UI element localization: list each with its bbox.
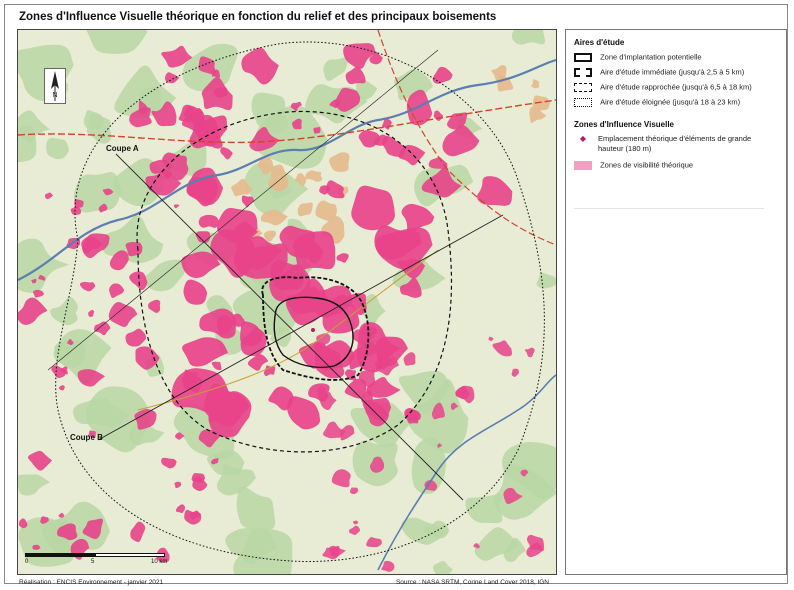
scale-mid: 5: [91, 559, 95, 565]
scale-zero: 0: [25, 559, 29, 565]
legend-zone-heading: Zones d'Influence Visuelle: [574, 120, 675, 129]
legend-item-zip: Zone d'implantation potentielle: [574, 52, 702, 62]
high-element-point: [311, 328, 315, 332]
forest-patch: [46, 138, 69, 160]
svg-text:N: N: [52, 92, 57, 99]
legend-point-icon: ◆: [579, 134, 587, 143]
map-title: Zones d'Influence Visuelle théorique en …: [19, 11, 497, 23]
legend-swatch-solid: [574, 52, 592, 62]
visibility-patch: [351, 185, 395, 231]
coupe-b-label: Coupe B: [70, 433, 103, 442]
coupe-a-label: Coupe A: [106, 144, 139, 153]
legend-item-visibility: Zones de visibilité théorique: [574, 160, 693, 170]
legend-item-eloignee: Aire d'étude éloignée (jusqu'à 18 à 23 k…: [574, 97, 740, 107]
high-element-marker: [311, 328, 315, 332]
scale-bar-track: [25, 553, 165, 557]
visibility-patch: [191, 473, 206, 483]
figure-frame: Zones d'Influence Visuelle théorique en …: [4, 4, 788, 586]
north-arrow: N: [44, 68, 66, 104]
scale-bar-segment: [26, 554, 96, 556]
legend-item-high-element: ◆ Emplacement théorique d'éléments de gra…: [574, 134, 778, 154]
north-arrow-icon: N: [51, 71, 59, 101]
map-panel[interactable]: N Coupe A Coupe B: [17, 29, 557, 575]
forest-patch: [18, 126, 37, 162]
legend-divider: [574, 208, 764, 209]
legend-swatch-dashed-bold: [574, 67, 592, 77]
legend-study-heading: Aires d'étude: [574, 38, 625, 47]
forest-patch: [511, 30, 545, 45]
legend-panel: Aires d'étude Zone d'implantation potent…: [565, 29, 787, 575]
scale-end: 10 km: [151, 559, 168, 565]
credit-realisation: Réalisation : ENCIS Environnement - janv…: [19, 579, 164, 586]
legend-item-rapprochee: Aire d'étude rapprochée (jusqu'à 6,5 à 1…: [574, 82, 752, 92]
scale-bar: 0 5 10 km: [25, 553, 175, 569]
visibility-patch: [313, 126, 321, 134]
legend-swatch-dashed: [574, 82, 592, 92]
legend-item-immediate: Aire d'étude immédiate (jusqu'à 2,5 à 5 …: [574, 67, 744, 77]
map-canvas: [18, 30, 556, 574]
legend-swatch-dotted: [574, 97, 592, 107]
credit-source: Source : NASA SRTM, Corine Land Cover 20…: [395, 579, 549, 586]
visibility-patch: [125, 241, 143, 257]
legend-swatch-visibility: [574, 160, 592, 170]
